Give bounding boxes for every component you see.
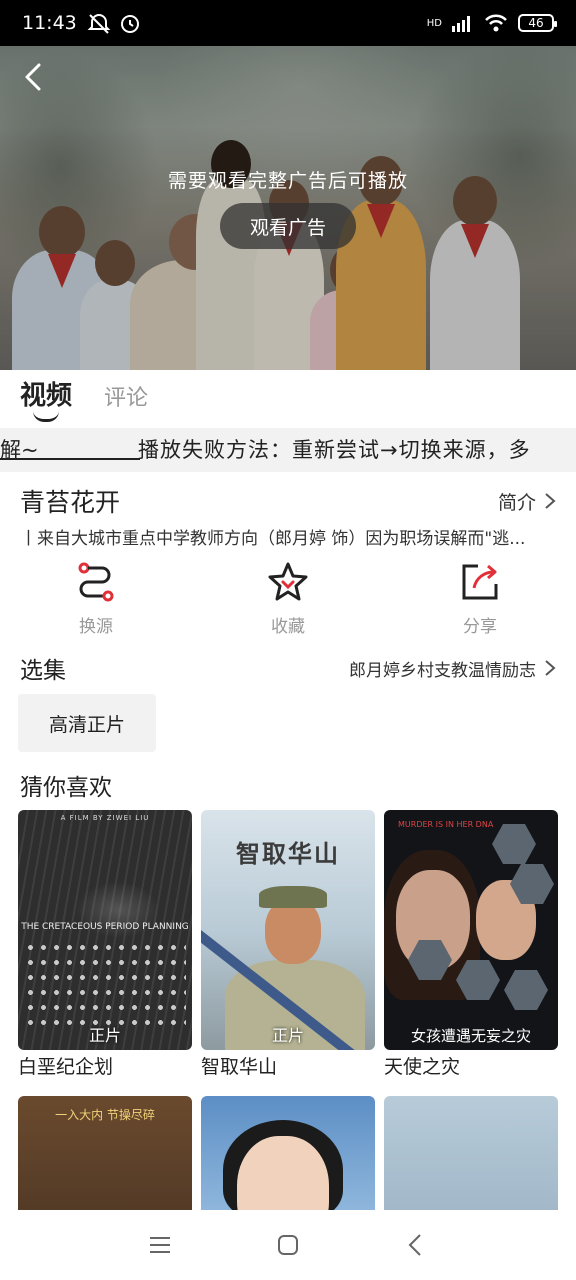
poster-text: THE CRETACEOUS PERIOD PLANNING bbox=[21, 922, 189, 932]
poster-image: A FILM BY ZIWEI LIU THE CRETACEOUS PERIO… bbox=[18, 810, 192, 1050]
share-label: 分享 bbox=[463, 617, 497, 637]
notice-marquee: 解~ 播放失败方法：重新尝试→切换来源，多 bbox=[0, 428, 576, 472]
back-button[interactable] bbox=[18, 60, 48, 94]
poster-text: 一入大内 节操尽碎 bbox=[55, 1108, 155, 1122]
card-title: 白垩纪企划 bbox=[18, 1056, 114, 1078]
switch-source-button[interactable]: 换源 bbox=[0, 560, 192, 640]
marquee-underline bbox=[0, 458, 140, 460]
tab-comments[interactable]: 评论 bbox=[104, 380, 148, 426]
favorite-label: 收藏 bbox=[271, 617, 305, 637]
recommend-card[interactable]: A FILM BY ZIWEI LIU THE CRETACEOUS PERIO… bbox=[18, 810, 192, 1079]
poster-image: MURDER IS IN HER DNA 女孩遭遇无妄之灾 bbox=[384, 810, 558, 1050]
intro-button[interactable]: 简介 bbox=[498, 488, 556, 515]
video-title-row: 青苔花开 简介 bbox=[20, 484, 556, 518]
intro-label: 简介 bbox=[497, 491, 536, 514]
signal-icon bbox=[452, 16, 470, 32]
home-icon[interactable] bbox=[274, 1231, 302, 1259]
poster-image: 智取华山 正片 bbox=[201, 810, 375, 1050]
recommend-title: 猜你喜欢 bbox=[20, 775, 112, 801]
marquee-text: 播放失败方法：重新尝试→切换来源，多 bbox=[138, 438, 531, 462]
episodes-summary-link[interactable]: 郎月婷乡村支教温情励志 bbox=[349, 656, 556, 681]
mute-notification-icon bbox=[87, 14, 111, 34]
poster-text: MURDER IS IN HER DNA bbox=[398, 820, 494, 829]
share-icon bbox=[462, 564, 498, 600]
action-bar: 换源 收藏 分享 bbox=[0, 560, 576, 640]
video-title: 青苔花开 bbox=[20, 488, 121, 517]
poster-badge: 正片 bbox=[271, 1026, 304, 1045]
chevron-right-icon bbox=[545, 493, 556, 509]
poster-text: A FILM BY ZIWEI LIU bbox=[60, 814, 150, 822]
back-nav-icon[interactable] bbox=[402, 1231, 430, 1259]
favorite-button[interactable]: 收藏 bbox=[192, 560, 384, 640]
poster-caption: 女孩遭遇无妄之灾 bbox=[410, 1027, 531, 1045]
episodes-summary: 郎月婷乡村支教温情励志 bbox=[349, 660, 536, 681]
back-arrow-icon bbox=[25, 63, 41, 91]
share-button[interactable]: 分享 bbox=[384, 560, 576, 640]
battery-level: 46 bbox=[528, 16, 544, 30]
network-type: HD bbox=[426, 17, 442, 29]
switch-source-icon bbox=[78, 562, 114, 602]
chevron-right-icon bbox=[545, 660, 556, 676]
card-title: 天使之灾 bbox=[384, 1056, 461, 1078]
recommend-card[interactable]: MURDER IS IN HER DNA 女孩遭遇无妄之灾 天使之灾 bbox=[384, 810, 558, 1079]
wifi-icon bbox=[485, 14, 507, 32]
menu-icon[interactable] bbox=[146, 1231, 174, 1259]
system-nav-bar bbox=[0, 1210, 576, 1280]
watch-ad-button[interactable]: 观看广告 bbox=[220, 203, 356, 249]
status-bar: 11:43 HD 46 bbox=[0, 0, 576, 46]
switch-source-label: 换源 bbox=[79, 617, 113, 637]
poster-badge: 正片 bbox=[88, 1026, 121, 1045]
video-description: 丨来自大城市重点中学教师方向（郎月婷 饰）因为职场误解而"逃... bbox=[20, 529, 526, 549]
battery-icon: 46 bbox=[518, 14, 557, 32]
recommend-card[interactable]: 智取华山 正片 智取华山 bbox=[201, 810, 375, 1079]
ad-notice: 需要观看完整广告后可播放 bbox=[167, 170, 408, 192]
alarm-icon bbox=[120, 15, 139, 33]
episodes-title: 选集 bbox=[20, 658, 66, 684]
content-tabs: 视频 评论 bbox=[0, 370, 576, 426]
star-icon bbox=[268, 562, 308, 601]
episodes-row: 选集 郎月婷乡村支教温情励志 bbox=[20, 652, 556, 684]
poster-text: 智取华山 bbox=[236, 840, 340, 868]
tab-video[interactable]: 视频 bbox=[20, 375, 72, 426]
card-title: 智取华山 bbox=[201, 1056, 278, 1078]
video-player[interactable]: 需要观看完整广告后可播放 观看广告 bbox=[0, 46, 576, 370]
status-time: 11:43 bbox=[22, 12, 77, 34]
episode-chip[interactable]: 高清正片 bbox=[18, 694, 156, 752]
